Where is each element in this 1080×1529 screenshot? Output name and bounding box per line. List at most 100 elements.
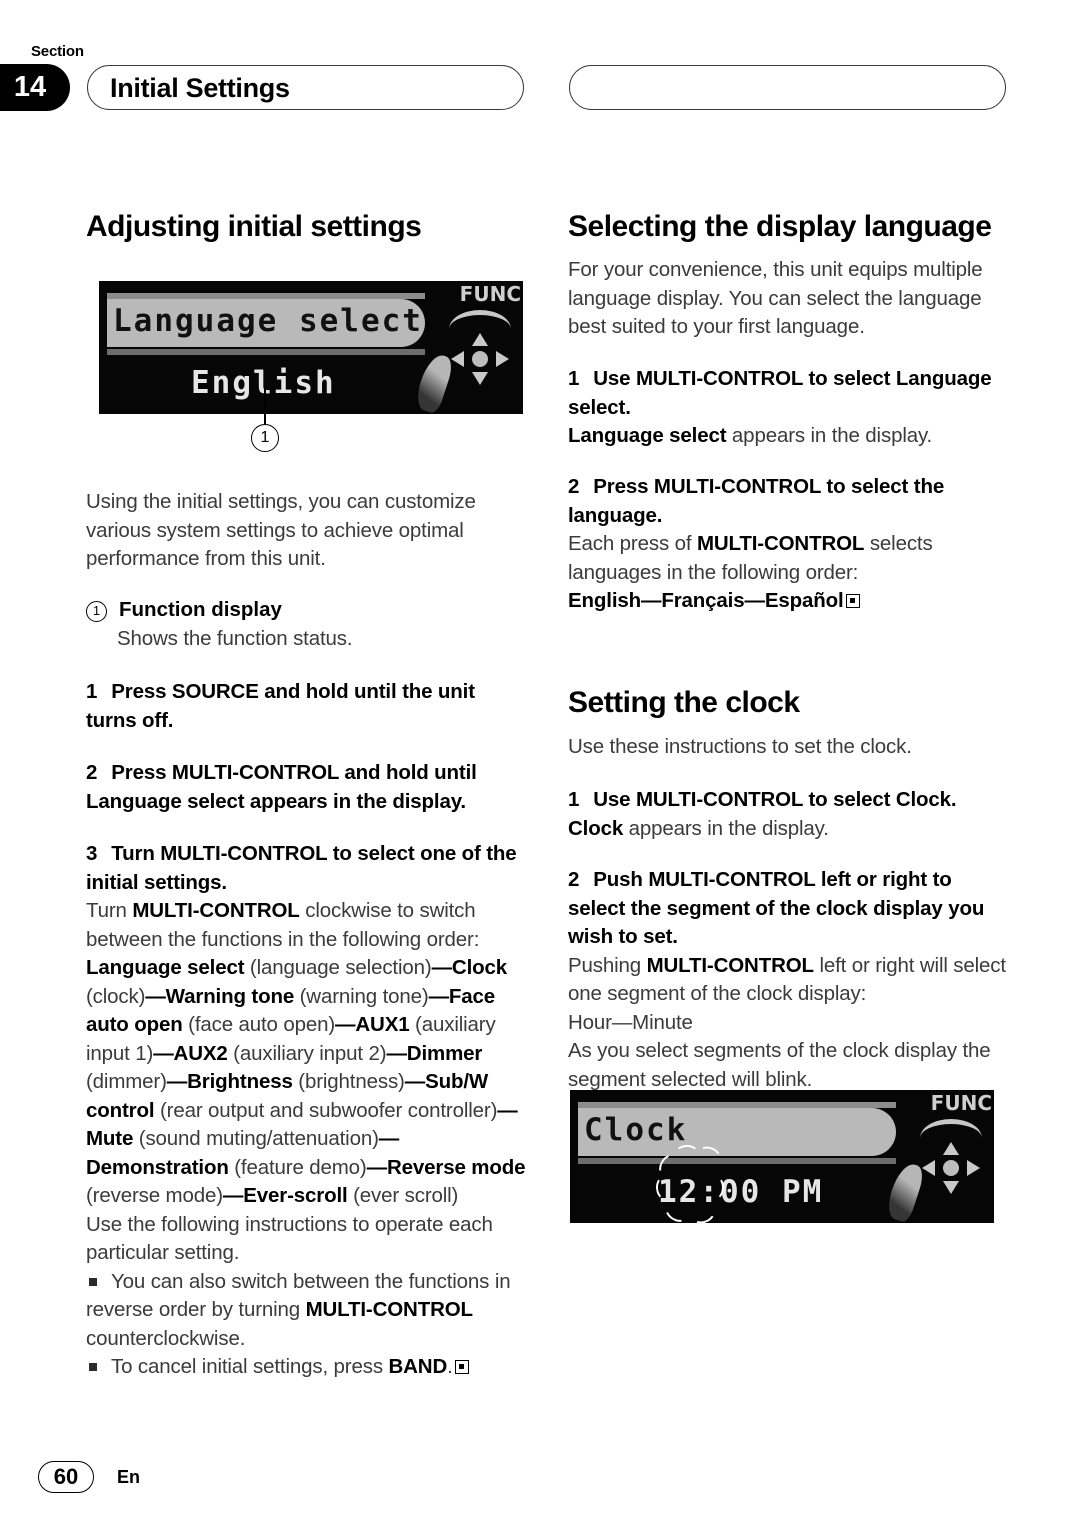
language-step-1: 1 Use MULTI-CONTROL to select Language se… — [568, 365, 1010, 422]
clock-step-2: 2 Push MULTI-CONTROL left or right to sel… — [568, 866, 1010, 952]
lcd-function-text: Clock — [584, 1112, 688, 1148]
lcd-function-text: Language select — [113, 303, 423, 339]
step-2-number: 2 — [86, 761, 98, 784]
order-intro-bold: MULTI-CONTROL — [132, 899, 300, 922]
clock-step-2-block: 2 Push MULTI-CONTROL left or right to sel… — [568, 866, 1010, 1094]
order-separator: — — [153, 1041, 174, 1065]
language-option: Français — [661, 589, 745, 612]
heading-setting-the-clock: Setting the clock — [568, 686, 800, 719]
setting-description: (language selection) — [244, 956, 432, 979]
setting-description: (face auto open) — [182, 1013, 336, 1036]
setting-description: (sound muting/attenuation) — [133, 1127, 379, 1150]
arrow-down-icon — [943, 1181, 959, 1194]
bullet-icon — [89, 1363, 97, 1371]
language-step-1-follow-bold: Language select — [568, 424, 727, 447]
setting-name: Language select — [86, 956, 245, 979]
setting-description: (reverse mode) — [86, 1184, 223, 1207]
clock-follow-bold: MULTI-CONTROL — [646, 953, 814, 977]
callout-leader-line — [264, 383, 266, 425]
arrow-left-icon — [451, 351, 464, 367]
arc-icon — [920, 1119, 982, 1142]
clock-step-1-follow: Clock appears in the display. — [568, 815, 1010, 844]
blink-indicator-icon — [653, 1143, 726, 1223]
arrow-right-icon — [496, 351, 509, 367]
clock-segments: Hour—Minute — [568, 1010, 693, 1034]
clock-step-2-text: Push MULTI-CONTROL left or right to sele… — [568, 868, 985, 948]
header-pill-right — [569, 65, 1006, 110]
language-step-1-follow-rest: appears in the display. — [726, 424, 933, 447]
intro-paragraph: Using the initial settings, you can cust… — [86, 490, 476, 570]
setting-name: Clock — [451, 956, 507, 979]
step-3-number: 3 — [86, 842, 98, 865]
step-1-text: Press SOURCE and hold until the unit tur… — [86, 680, 475, 732]
arrow-up-icon — [943, 1142, 959, 1155]
language-select-display-figure: Language select English FUNC — [99, 281, 523, 414]
setting-name: Warning tone — [165, 984, 295, 1008]
arrow-down-icon — [472, 372, 488, 385]
hand-illustration — [883, 1160, 927, 1223]
page-number: 60 — [38, 1461, 94, 1493]
circled-number-1: 1 — [86, 601, 107, 622]
after-order-text: Use the following instructions to operat… — [86, 1212, 493, 1265]
clock-display-figure: Clock 12:00 PM FUNC — [570, 1090, 994, 1223]
note-2-text-b: . — [447, 1355, 453, 1378]
setting-description: (ever scroll) — [347, 1184, 459, 1207]
clock-blink-note: As you select segments of the clock disp… — [568, 1039, 991, 1091]
clock-step-1-follow-rest: appears in the display. — [623, 816, 829, 840]
joystick-icon — [922, 1142, 980, 1194]
language-separator: — — [640, 589, 662, 612]
step-2: 2 Press MULTI-CONTROL and hold until Lang… — [86, 759, 526, 816]
heading-selecting-display-language: Selecting the display language — [568, 210, 992, 243]
lang-follow-a: Each press of — [568, 532, 697, 555]
language-step-1-text: Use MULTI-CONTROL to select Language sel… — [568, 367, 992, 419]
order-intro: Turn MULTI-CONTROL clockwise to switch b… — [86, 897, 526, 954]
language-step-2: 2 Press MULTI-CONTROL to select the langu… — [568, 473, 1010, 530]
lang-follow-bold: MULTI-CONTROL — [696, 532, 865, 555]
joystick-center-icon — [472, 351, 488, 367]
order-separator: — — [404, 1070, 426, 1093]
language-option: Español — [764, 589, 844, 612]
end-of-section-mark — [454, 1360, 469, 1374]
step-3-block: 3 Turn MULTI-CONTROL to select one of the… — [86, 840, 526, 1382]
language-step-2-number: 2 — [568, 475, 580, 498]
setting-name: Demonstration — [86, 1155, 229, 1179]
setting-name: Reverse mode — [386, 1155, 526, 1179]
header-pill-left: Initial Settings — [87, 65, 524, 110]
joystick-icon — [451, 333, 509, 385]
note-2-bold: BAND — [388, 1355, 448, 1378]
note-1-bold: MULTI-CONTROL — [305, 1298, 473, 1321]
order-separator: — — [428, 984, 450, 1008]
clock-follow-a: Pushing — [568, 953, 647, 977]
setting-name: AUX2 — [173, 1041, 228, 1065]
arrow-up-icon — [472, 333, 488, 346]
func-label: FUNC — [930, 1091, 992, 1115]
note-2-text-a: To cancel initial settings, press — [111, 1355, 389, 1378]
note-2: To cancel initial settings, press BAND. — [86, 1353, 526, 1382]
section-number: 14 — [13, 71, 47, 103]
clock-step-2-number: 2 — [568, 868, 580, 891]
order-separator: — — [335, 1013, 356, 1036]
step-1-number: 1 — [86, 680, 98, 703]
order-separator: — — [222, 1184, 244, 1207]
setting-name: Dimmer — [406, 1041, 483, 1065]
language-option: English — [568, 589, 641, 612]
clock-intro: Use these instructions to set the clock. — [568, 735, 912, 758]
arrow-left-icon — [922, 1160, 935, 1176]
arc-icon — [449, 310, 511, 333]
callout-marker-1: 1 — [251, 424, 279, 452]
arrow-right-icon — [967, 1160, 980, 1176]
language-intro: For your convenience, this unit equips m… — [568, 258, 983, 338]
setting-name: AUX1 — [355, 1013, 410, 1036]
step-3-text: Turn MULTI-CONTROL to select one of the … — [86, 842, 517, 894]
order-separator: — — [431, 956, 453, 979]
note-1-text-b: counterclockwise. — [86, 1326, 246, 1350]
setting-description: (feature demo) — [228, 1155, 367, 1179]
callout-description: Shows the function status. — [117, 626, 353, 650]
lcd-bottom-rule — [107, 349, 425, 355]
order-separator: — — [366, 1155, 388, 1179]
hand-illustration — [412, 351, 456, 414]
clock-step-1-block: 1 Use MULTI-CONTROL to select Clock. Cloc… — [568, 786, 1010, 843]
step-1: 1 Press SOURCE and hold until the unit tu… — [86, 678, 526, 735]
language-code: En — [117, 1466, 141, 1487]
heading-adjusting-initial-settings: Adjusting initial settings — [86, 210, 422, 243]
